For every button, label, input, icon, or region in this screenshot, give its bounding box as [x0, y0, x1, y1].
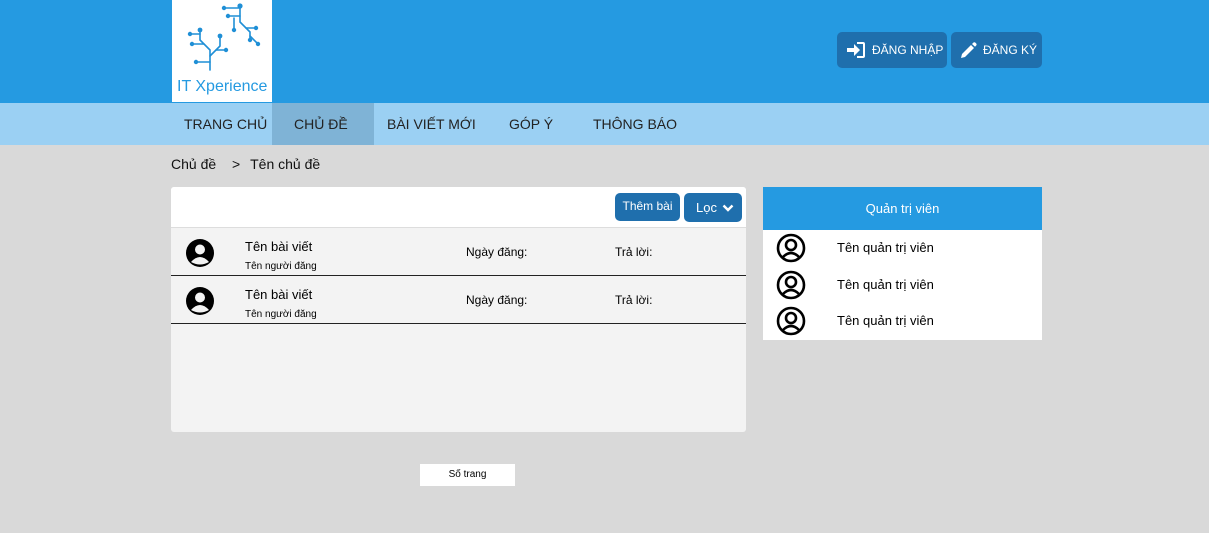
breadcrumb-root[interactable]: Chủ đề: [171, 156, 216, 172]
circuit-tree-icon: [187, 3, 261, 71]
nav-item-notifications[interactable]: THÔNG BÁO: [593, 103, 677, 145]
breadcrumb: Chủ đề > Tên chủ đề: [171, 156, 320, 172]
admin-list-item[interactable]: Tên quản trị viên: [763, 303, 1042, 339]
user-circle-icon: [776, 233, 806, 263]
chevron-down-icon: [722, 204, 734, 212]
sign-in-icon: [847, 42, 865, 58]
admin-name: Tên quản trị viên: [837, 277, 934, 292]
post-title[interactable]: Tên bài viết: [245, 287, 312, 302]
breadcrumb-separator: >: [232, 156, 241, 172]
filter-label: Lọc: [696, 200, 717, 215]
breadcrumb-current: Tên chủ đề: [250, 156, 321, 172]
posts-panel: Thêm bài Lọc Tên bài viết Tên người đăng…: [171, 187, 746, 432]
post-author: Tên người đăng: [245, 309, 317, 320]
nav-item-new-posts[interactable]: BÀI VIẾT MỚI: [387, 103, 476, 145]
admin-panel: Quản trị viên Tên quản trị viên Tên quản…: [763, 187, 1042, 340]
post-author: Tên người đăng: [245, 261, 317, 272]
post-row[interactable]: Tên bài viết Tên người đăng Ngày đăng: T…: [171, 228, 746, 276]
post-date: Ngày đăng:: [466, 293, 528, 307]
nav-item-home[interactable]: TRANG CHỦ: [184, 103, 267, 145]
admin-list-item[interactable]: Tên quản trị viên: [763, 267, 1042, 303]
main-nav: TRANG CHỦ CHỦ ĐỀ BÀI VIẾT MỚI GÓP Ý THÔN…: [0, 103, 1209, 145]
site-header: IT Xperience ĐĂNG NHẬP ĐĂNG KÝ: [0, 0, 1209, 103]
user-avatar-icon: [186, 287, 214, 315]
admin-name: Tên quản trị viên: [837, 313, 934, 328]
page-number-button[interactable]: Số trang: [420, 464, 515, 486]
nav-item-topics[interactable]: CHỦ ĐỀ: [272, 103, 374, 145]
user-circle-icon: [776, 270, 806, 300]
add-post-button[interactable]: Thêm bài: [615, 193, 680, 221]
admin-list-item[interactable]: Tên quản trị viên: [763, 230, 1042, 266]
user-circle-icon: [776, 306, 806, 336]
post-date: Ngày đăng:: [466, 245, 528, 259]
user-avatar-icon: [186, 239, 214, 267]
post-row[interactable]: Tên bài viết Tên người đăng Ngày đăng: T…: [171, 276, 746, 324]
register-button[interactable]: ĐĂNG KÝ: [951, 32, 1042, 68]
login-button[interactable]: ĐĂNG NHẬP: [837, 32, 947, 68]
logo[interactable]: IT Xperience: [172, 0, 272, 102]
post-replies: Trả lời:: [615, 245, 653, 259]
nav-item-feedback[interactable]: GÓP Ý: [509, 103, 553, 145]
admin-name: Tên quản trị viên: [837, 240, 934, 255]
post-replies: Trả lời:: [615, 293, 653, 307]
logo-text: IT Xperience: [177, 78, 268, 95]
posts-toolbar: Thêm bài Lọc: [171, 187, 746, 228]
pencil-icon: [961, 41, 977, 58]
register-label: ĐĂNG KÝ: [983, 43, 1038, 57]
filter-button[interactable]: Lọc: [684, 193, 742, 222]
admin-panel-title: Quản trị viên: [763, 187, 1042, 230]
post-title[interactable]: Tên bài viết: [245, 239, 312, 254]
login-label: ĐĂNG NHẬP: [872, 43, 944, 57]
